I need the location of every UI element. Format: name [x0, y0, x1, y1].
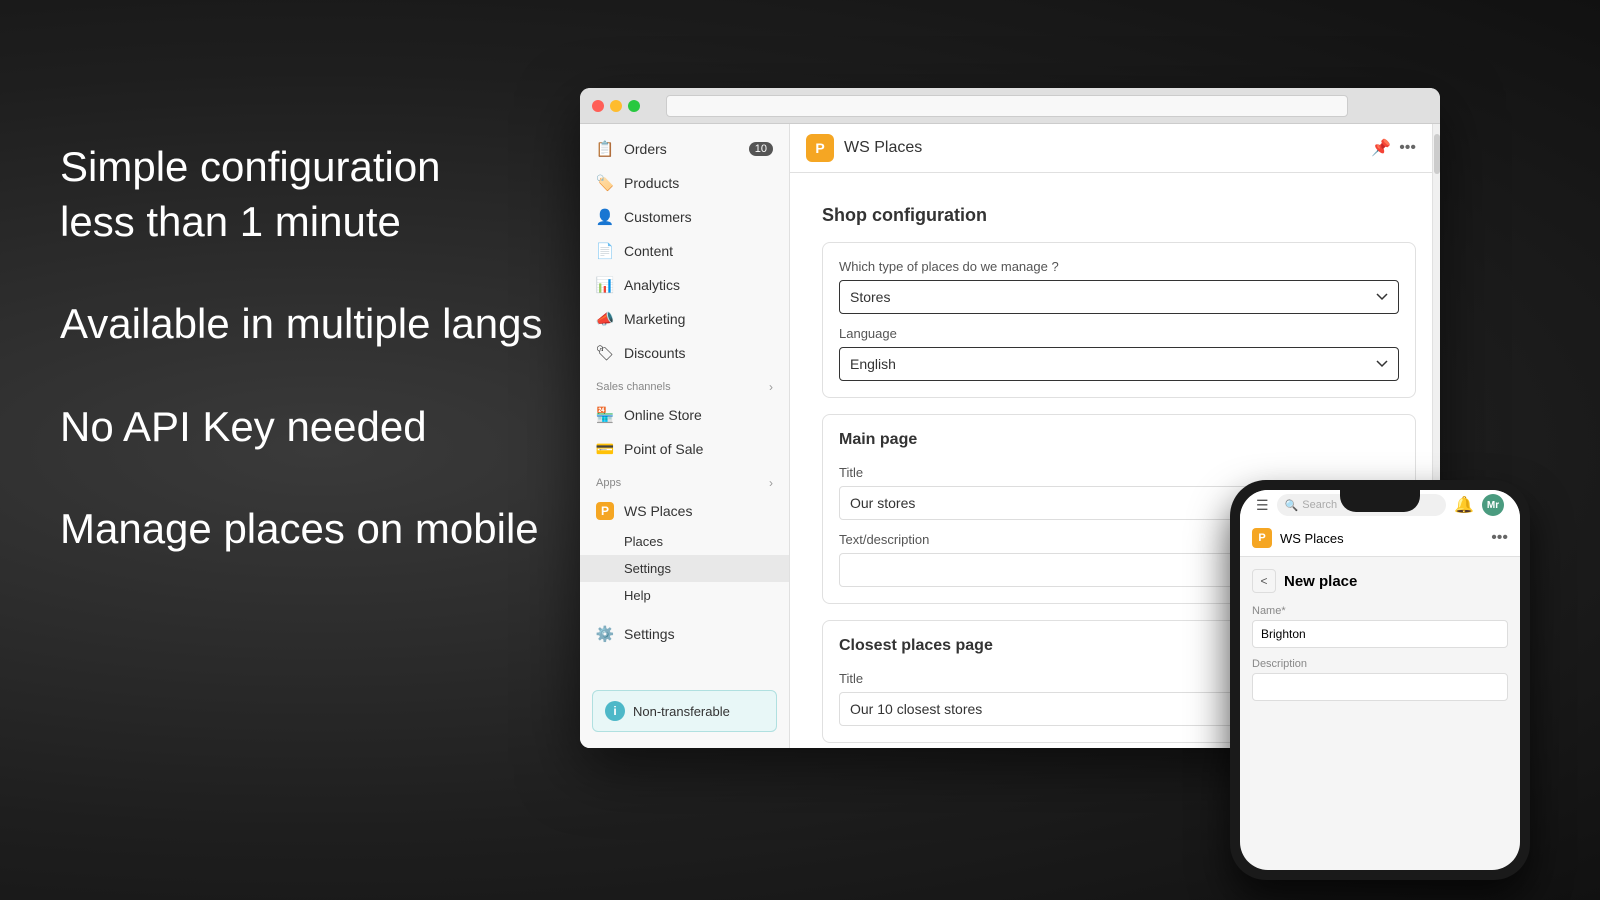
- sidebar-item-label: Settings: [624, 626, 675, 642]
- more-button[interactable]: •••: [1399, 139, 1416, 157]
- sidebar-item-online-store[interactable]: 🏪 Online Store: [580, 398, 789, 432]
- places-type-select[interactable]: Stores Restaurants Hotels: [839, 280, 1399, 314]
- sidebar-item-customers[interactable]: 👤 Customers: [580, 200, 789, 234]
- phone-back-button[interactable]: <: [1252, 569, 1276, 593]
- tagline-2: Available in multiple langs: [60, 297, 543, 352]
- sidebar-item-label: Point of Sale: [624, 441, 703, 457]
- customers-icon: 👤: [596, 208, 614, 226]
- sidebar-item-label: Customers: [624, 209, 692, 225]
- sidebar: 📋 Orders 10 🏷️ Products 👤 Customers 📄: [580, 124, 790, 748]
- left-text-block: Simple configuration less than 1 minute …: [60, 140, 543, 605]
- main-page-section-title: Main page: [839, 431, 1399, 449]
- sidebar-item-orders[interactable]: 📋 Orders 10: [580, 132, 789, 166]
- avatar: Mr: [1482, 494, 1504, 516]
- sidebar-item-products[interactable]: 🏷️ Products: [580, 166, 789, 200]
- header-actions: 📌 •••: [1371, 138, 1416, 158]
- products-icon: 🏷️: [596, 174, 614, 192]
- sidebar-sub-item-settings[interactable]: Settings: [580, 555, 789, 582]
- mobile-phone: ☰ 🔍 Search 🔔 Mr P WS Places ••• < New pl…: [1230, 480, 1530, 880]
- shop-config-card: Which type of places do we manage ? Stor…: [822, 242, 1416, 398]
- hamburger-icon[interactable]: ☰: [1256, 497, 1269, 514]
- url-bar[interactable]: [666, 95, 1348, 117]
- close-traffic-light[interactable]: [592, 100, 604, 112]
- online-store-icon: 🏪: [596, 406, 614, 424]
- search-icon: 🔍: [1285, 499, 1299, 512]
- phone-name-label: Name*: [1252, 605, 1508, 617]
- minimize-traffic-light[interactable]: [610, 100, 622, 112]
- marketing-icon: 📣: [596, 310, 614, 328]
- sidebar-item-label: Online Store: [624, 407, 702, 423]
- phone-frame: ☰ 🔍 Search 🔔 Mr P WS Places ••• < New pl…: [1230, 480, 1530, 880]
- places-type-label: Which type of places do we manage ?: [839, 259, 1399, 274]
- sidebar-item-label: Orders: [624, 141, 667, 157]
- orders-icon: 📋: [596, 140, 614, 158]
- non-transferable-button[interactable]: i Non-transferable: [592, 690, 777, 732]
- browser-titlebar: [580, 88, 1440, 124]
- app-logo: P: [806, 134, 834, 162]
- phone-name-input[interactable]: [1252, 620, 1508, 648]
- phone-name-field: Name*: [1252, 605, 1508, 648]
- notification-bell-icon[interactable]: 🔔: [1454, 495, 1474, 515]
- sidebar-item-label: Discounts: [624, 345, 685, 361]
- apps-arrow: ›: [769, 476, 773, 490]
- phone-content: < New place Name* Description: [1240, 557, 1520, 870]
- sidebar-item-marketing[interactable]: 📣 Marketing: [580, 302, 789, 336]
- phone-screen: ☰ 🔍 Search 🔔 Mr P WS Places ••• < New pl…: [1240, 490, 1520, 870]
- sidebar-item-settings-global[interactable]: ⚙️ Settings: [580, 617, 789, 651]
- discounts-icon: 🏷: [596, 344, 614, 362]
- phone-back-title: < New place: [1252, 569, 1508, 593]
- sales-channels-section[interactable]: Sales channels ›: [580, 370, 789, 398]
- phone-app-header: P WS Places •••: [1240, 520, 1520, 557]
- phone-more-button[interactable]: •••: [1491, 529, 1508, 547]
- maximize-traffic-light[interactable]: [628, 100, 640, 112]
- sidebar-item-content[interactable]: 📄 Content: [580, 234, 789, 268]
- orders-badge: 10: [749, 142, 773, 156]
- app-name: WS Places: [844, 139, 922, 157]
- info-icon: i: [605, 701, 625, 721]
- pin-button[interactable]: 📌: [1371, 138, 1391, 158]
- tagline-4: Manage places on mobile: [60, 502, 543, 557]
- content-icon: 📄: [596, 242, 614, 260]
- language-select[interactable]: English French Spanish: [839, 347, 1399, 381]
- sidebar-item-label: Marketing: [624, 311, 685, 327]
- section-title: Shop configuration: [822, 205, 1416, 226]
- phone-app-logo: P: [1252, 528, 1272, 548]
- sidebar-sub-item-help[interactable]: Help: [580, 582, 789, 609]
- settings-icon: ⚙️: [596, 625, 614, 643]
- apps-section[interactable]: Apps ›: [580, 466, 789, 494]
- sidebar-item-discounts[interactable]: 🏷 Discounts: [580, 336, 789, 370]
- phone-notch: [1340, 490, 1420, 512]
- sidebar-item-analytics[interactable]: 📊 Analytics: [580, 268, 789, 302]
- app-header: P WS Places 📌 •••: [790, 124, 1432, 173]
- sidebar-item-point-of-sale[interactable]: 💳 Point of Sale: [580, 432, 789, 466]
- phone-description-input[interactable]: [1252, 673, 1508, 701]
- pos-icon: 💳: [596, 440, 614, 458]
- scrollbar-thumb[interactable]: [1434, 134, 1440, 174]
- sales-channels-arrow: ›: [769, 380, 773, 394]
- analytics-icon: 📊: [596, 276, 614, 294]
- sidebar-sub-item-places[interactable]: Places: [580, 528, 789, 555]
- tagline-3: No API Key needed: [60, 400, 543, 455]
- sidebar-item-ws-places[interactable]: P WS Places: [580, 494, 789, 528]
- title-label: Title: [839, 465, 1399, 480]
- tagline-1: Simple configuration less than 1 minute: [60, 140, 543, 249]
- phone-app-name: WS Places: [1280, 531, 1344, 546]
- phone-description-label: Description: [1252, 658, 1508, 670]
- phone-description-field: Description: [1252, 658, 1508, 701]
- sidebar-item-label: Analytics: [624, 277, 680, 293]
- sidebar-item-label: WS Places: [624, 503, 692, 519]
- ws-places-icon: P: [596, 502, 614, 520]
- sidebar-item-label: Content: [624, 243, 673, 259]
- sidebar-item-label: Products: [624, 175, 679, 191]
- phone-page-title: New place: [1284, 573, 1357, 590]
- language-label: Language: [839, 326, 1399, 341]
